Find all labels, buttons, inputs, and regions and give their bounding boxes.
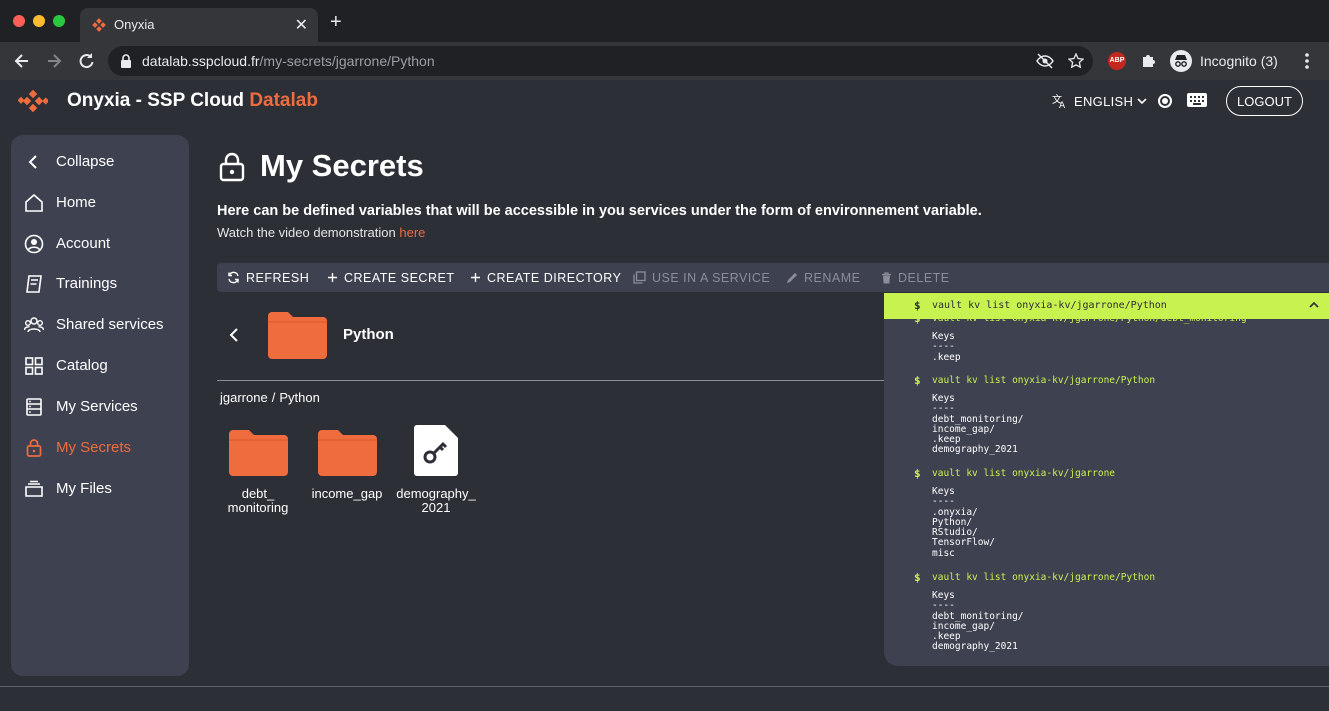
eye-off-icon[interactable] xyxy=(1036,53,1054,69)
onyxia-favicon-icon xyxy=(92,18,106,32)
shared-services-icon xyxy=(24,317,44,333)
chevron-left-icon xyxy=(28,155,37,169)
item-name: demography_ 2021 xyxy=(396,486,476,515)
sidebar-item-home[interactable]: Home xyxy=(11,185,189,221)
bookmark-star-icon[interactable] xyxy=(1068,53,1084,69)
sidebar-item-my-secrets[interactable]: My Secrets xyxy=(11,430,189,466)
sidebar-item-my-files[interactable]: My Files xyxy=(11,471,189,507)
current-directory-name: Python xyxy=(343,326,394,343)
padlock-icon xyxy=(121,54,131,68)
help-text: Watch the video demonstration here xyxy=(217,225,426,240)
browser-tab[interactable]: Onyxia ✕ xyxy=(80,8,318,42)
app-title[interactable]: Onyxia - SSP Cloud Datalab xyxy=(67,90,318,112)
use-in-service-button[interactable]: USE IN A SERVICE xyxy=(633,263,770,292)
back-arrow-icon[interactable] xyxy=(12,51,32,71)
divider xyxy=(217,380,887,381)
page-subtitle: Here can be defined variables that will … xyxy=(217,203,982,219)
language-selector[interactable]: 文A ENGLISH xyxy=(1052,93,1147,109)
incognito-icon xyxy=(1170,50,1192,72)
home-icon xyxy=(25,193,43,212)
logout-button[interactable]: LOGOUT xyxy=(1226,86,1303,116)
lock-icon xyxy=(26,439,42,457)
browser-menu-icon[interactable] xyxy=(1300,51,1314,71)
new-tab-icon[interactable]: + xyxy=(330,12,342,32)
page-lock-icon xyxy=(219,152,245,182)
rename-button[interactable]: RENAME xyxy=(786,263,860,292)
plus-icon xyxy=(471,273,480,282)
trainings-icon xyxy=(26,275,42,293)
tab-close-icon[interactable]: ✕ xyxy=(295,15,308,35)
pencil-icon xyxy=(787,272,797,283)
account-icon xyxy=(24,234,44,254)
forward-arrow-icon[interactable] xyxy=(44,51,64,71)
files-icon xyxy=(25,480,43,497)
language-label: ENGLISH xyxy=(1074,93,1134,109)
extensions-puzzle-icon[interactable] xyxy=(1140,51,1158,69)
breadcrumb-item[interactable]: Python xyxy=(279,390,319,405)
sidebar: Collapse Home Account Trainings Shared s… xyxy=(11,135,189,676)
onyxia-logo-icon[interactable] xyxy=(18,90,48,112)
minimize-window-button[interactable] xyxy=(33,15,45,27)
copy-icon xyxy=(633,271,646,284)
video-demo-link[interactable]: here xyxy=(399,225,425,240)
catalog-icon xyxy=(25,357,43,375)
sidebar-item-collapse[interactable]: Collapse xyxy=(11,144,189,180)
current-folder-icon xyxy=(268,312,327,359)
adblock-extension-icon[interactable]: ABP xyxy=(1108,52,1126,70)
refresh-icon xyxy=(228,271,239,284)
sidebar-item-catalog[interactable]: Catalog xyxy=(11,348,189,384)
secret-file-key-icon xyxy=(414,425,458,476)
create-secret-button[interactable]: CREATE SECRET xyxy=(327,263,454,292)
secret-item-demography-2021[interactable]: demography_ 2021 xyxy=(391,425,481,515)
keyboard-icon[interactable] xyxy=(1186,92,1208,108)
secrets-action-bar: REFRESH CREATE SECRET CREATE DIRECTORY U… xyxy=(217,263,1329,292)
app-header: Onyxia - SSP Cloud Datalab 文A ENGLISH LO… xyxy=(0,80,1329,124)
translate-icon: 文A xyxy=(1052,93,1066,109)
sidebar-item-trainings[interactable]: Trainings xyxy=(11,266,189,302)
theme-toggle-icon[interactable] xyxy=(1156,92,1174,110)
command-log-terminal[interactable]: $ vault kv list onyxia-kv/jgarrone/Pytho… xyxy=(884,293,1329,666)
maximize-window-button[interactable] xyxy=(53,15,65,27)
tab-title: Onyxia xyxy=(114,17,155,32)
chevron-up-icon[interactable] xyxy=(1307,298,1321,312)
page-title: My Secrets xyxy=(260,148,424,183)
browser-tab-bar: Onyxia ✕ + xyxy=(0,0,1329,42)
svg-text:A: A xyxy=(1059,101,1066,109)
breadcrumb: jgarrone / Python xyxy=(220,390,320,405)
folder-icon xyxy=(228,430,288,476)
delete-button[interactable]: DELETE xyxy=(881,263,950,292)
trash-icon xyxy=(882,271,891,283)
window-bottom-edge xyxy=(0,686,1329,711)
reload-icon[interactable] xyxy=(76,51,96,71)
incognito-profile[interactable]: Incognito (3) xyxy=(1170,48,1278,74)
item-name: income_gap xyxy=(311,486,383,501)
create-directory-button[interactable]: CREATE DIRECTORY xyxy=(470,263,621,292)
folder-item-income-gap[interactable]: income_gap xyxy=(302,430,392,501)
incognito-label: Incognito (3) xyxy=(1200,53,1278,69)
sidebar-item-my-services[interactable]: My Services xyxy=(11,389,189,425)
sidebar-item-account[interactable]: Account xyxy=(11,226,189,262)
plus-icon xyxy=(328,273,337,282)
back-chevron-icon[interactable] xyxy=(226,326,244,344)
sidebar-item-shared-services[interactable]: Shared services xyxy=(11,307,189,343)
terminal-current-command: vault kv list onyxia-kv/jgarrone/Python xyxy=(932,300,1167,311)
services-icon xyxy=(26,398,42,416)
folder-icon xyxy=(317,430,377,476)
item-name: debt_ monitoring xyxy=(227,486,289,515)
breadcrumb-item[interactable]: jgarrone xyxy=(220,390,268,405)
address-bar[interactable]: datalab.sspcloud.fr/my-secrets/jgarrone/… xyxy=(108,46,1093,76)
browser-toolbar: datalab.sspcloud.fr/my-secrets/jgarrone/… xyxy=(0,42,1329,80)
refresh-button[interactable]: REFRESH xyxy=(227,263,309,292)
chevron-down-icon xyxy=(1137,98,1147,105)
url-text: datalab.sspcloud.fr/my-secrets/jgarrone/… xyxy=(142,53,435,69)
close-window-button[interactable] xyxy=(13,15,25,27)
folder-item-debt-monitoring[interactable]: debt_ monitoring xyxy=(213,430,303,515)
